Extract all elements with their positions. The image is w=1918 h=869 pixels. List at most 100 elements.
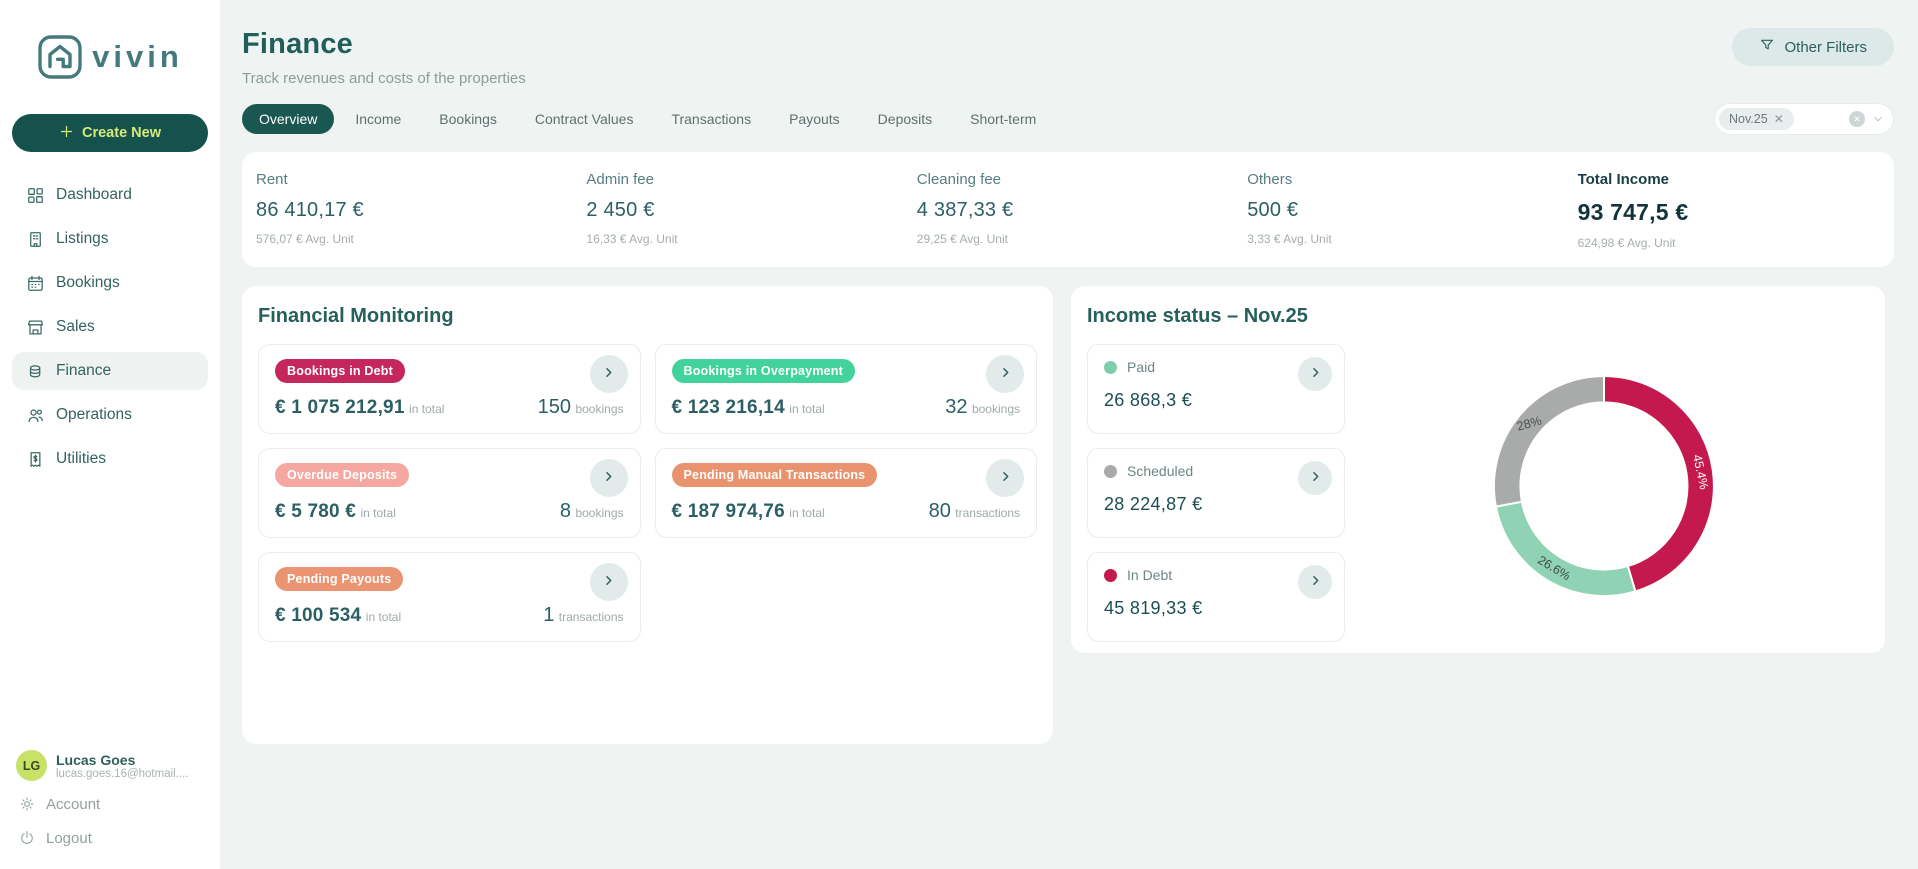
sidebar-item-bookings[interactable]: Bookings (12, 264, 208, 302)
house-logo-icon (37, 34, 83, 80)
financial-monitoring-title: Financial Monitoring (258, 305, 454, 327)
tab-income[interactable]: Income (338, 104, 418, 134)
power-icon (18, 829, 36, 847)
tab-short-term[interactable]: Short-term (953, 104, 1053, 134)
stat-value: 86 410,17 € (256, 199, 364, 221)
tab-overview[interactable]: Overview (242, 104, 335, 134)
financial-monitoring-panel: Financial Monitoring Bookings in Debt € 1… (242, 286, 1053, 744)
utilities-icon (26, 450, 45, 469)
card-chevron-button[interactable] (1298, 357, 1332, 391)
income-status-card-scheduled: Scheduled 28 224,87 € (1087, 448, 1345, 538)
period-filter-select[interactable]: Nov.25 ✕ ✕ (1714, 103, 1894, 135)
sidebar-item-dashboard[interactable]: Dashboard (12, 176, 208, 214)
finance-icon (26, 362, 45, 381)
stat-admin-fee: Admin fee 2 450 € 16,33 € Avg. Unit (572, 171, 902, 250)
stat-value: 4 387,33 € (916, 199, 1014, 221)
other-filters-button[interactable]: Other Filters (1732, 28, 1894, 66)
chevron-right-icon (998, 365, 1013, 383)
income-donut-chart: 45.4% 26.6% 28% (1484, 366, 1724, 606)
stat-avg-unit: 624,98 € Avg. Unit (1577, 236, 1676, 250)
sidebar-item-logout[interactable]: Logout (12, 821, 208, 855)
status-dot (1104, 568, 1117, 582)
status-badge: Pending Manual Transactions (671, 463, 878, 487)
card-count-unit: bookings (575, 506, 624, 520)
stat-value: 93 747,5 € (1577, 199, 1689, 225)
income-status-cards: Paid 26 868,3 € Scheduled 28 224,87 € In Deb… (1087, 344, 1345, 642)
tab-bar: Overview Income Bookings Contract Values Tra… (242, 104, 1053, 134)
status-label: In Debt (1127, 567, 1173, 583)
create-new-button[interactable]: Create New (12, 114, 208, 152)
card-count: 32 (945, 396, 968, 418)
card-chevron-button[interactable] (1298, 461, 1332, 495)
chip-remove-icon[interactable]: ✕ (1774, 112, 1784, 126)
card-chevron-button[interactable] (986, 355, 1024, 393)
sidebar-item-sales[interactable]: Sales (12, 308, 208, 346)
income-status-card-paid: Paid 26 868,3 € (1087, 344, 1345, 434)
sidebar-item-label: Sales (56, 318, 95, 335)
filter-chip: Nov.25 ✕ (1719, 108, 1794, 130)
stat-label: Total Income (1577, 171, 1669, 188)
card-count: 80 (928, 500, 951, 522)
stat-avg-unit: 16,33 € Avg. Unit (586, 232, 678, 246)
chevron-right-icon (1308, 469, 1323, 487)
operations-icon (26, 406, 45, 425)
card-count: 1 (543, 604, 555, 626)
sidebar-item-listings[interactable]: Listings (12, 220, 208, 258)
stat-label: Others (1247, 171, 1293, 188)
bookings-icon (26, 274, 45, 293)
card-chevron-button[interactable] (589, 459, 628, 497)
filter-chip-label: Nov.25 (1729, 112, 1768, 126)
card-chevron-button[interactable] (589, 355, 628, 393)
user-name: Lucas Goes (56, 751, 136, 768)
sidebar-item-operations[interactable]: Operations (12, 396, 208, 434)
chevron-right-icon (601, 469, 616, 487)
avatar: LG (16, 750, 47, 781)
main-content: Finance Track revenues and costs of the … (220, 0, 1918, 744)
income-status-panel: Income status – Nov.25 Paid 26 868,3 € Sch… (1071, 286, 1885, 653)
income-summary-panel: Rent 86 410,17 € 576,07 € Avg. Unit Admin f… (242, 152, 1894, 267)
status-amount: 28 224,87 € (1104, 494, 1203, 514)
sidebar-nav: Dashboard Listings Bookings Sales Finance Ope… (12, 176, 208, 478)
tab-deposits[interactable]: Deposits (861, 104, 949, 134)
card-chevron-button[interactable] (1298, 565, 1332, 599)
logout-label: Logout (46, 829, 92, 847)
user-block[interactable]: LG Lucas Goes lucas.goes.16@hotmail.... (12, 750, 208, 787)
status-badge: Bookings in Overpayment (671, 359, 855, 383)
stat-total-income: Total Income 93 747,5 € 624,98 € Avg. Unit (1564, 171, 1894, 250)
sidebar-item-utilities[interactable]: Utilities (12, 440, 208, 478)
brand-name: vivin (92, 39, 183, 74)
dashboard-icon (26, 186, 45, 205)
plus-icon (59, 124, 74, 143)
status-dot (1104, 464, 1117, 478)
sidebar-item-label: Dashboard (56, 186, 132, 203)
user-email: lucas.goes.16@hotmail.... (56, 767, 189, 780)
other-filters-label: Other Filters (1784, 38, 1867, 56)
tab-transactions[interactable]: Transactions (654, 104, 768, 134)
status-badge: Overdue Deposits (275, 463, 410, 487)
sidebar-item-account[interactable]: Account (12, 787, 208, 821)
status-badge: Bookings in Debt (275, 359, 405, 383)
stat-rent: Rent 86 410,17 € 576,07 € Avg. Unit (242, 171, 572, 250)
sidebar-item-finance[interactable]: Finance (12, 352, 208, 390)
monitor-card-overdue-deposits: Overdue Deposits € 5 780 € in total 8 book… (258, 448, 641, 538)
card-count-unit: transactions (558, 610, 624, 624)
tab-contract-values[interactable]: Contract Values (518, 104, 651, 134)
create-new-label: Create New (82, 125, 161, 141)
stat-value: 2 450 € (586, 199, 655, 221)
card-amount: € 100 534 (275, 605, 362, 626)
card-count: 150 (537, 396, 571, 418)
status-label: Paid (1127, 359, 1156, 375)
monitor-card-bookings-in-overpayment: Bookings in Overpayment € 123 216,14 in t… (654, 344, 1037, 434)
sidebar-item-label: Operations (56, 406, 132, 423)
page-subtitle: Track revenues and costs of the properti… (242, 70, 526, 87)
card-chevron-button[interactable] (589, 563, 628, 601)
monitor-card-bookings-in-debt: Bookings in Debt € 1 075 212,91 in total 1… (258, 344, 641, 434)
card-count-unit: bookings (971, 402, 1020, 416)
funnel-icon (1759, 37, 1775, 57)
clear-filter-icon[interactable]: ✕ (1849, 111, 1865, 127)
tab-payouts[interactable]: Payouts (772, 104, 857, 134)
tab-bookings[interactable]: Bookings (422, 104, 514, 134)
card-chevron-button[interactable] (986, 459, 1024, 497)
chevron-right-icon (1308, 365, 1323, 383)
chevron-down-icon[interactable] (1872, 113, 1884, 125)
